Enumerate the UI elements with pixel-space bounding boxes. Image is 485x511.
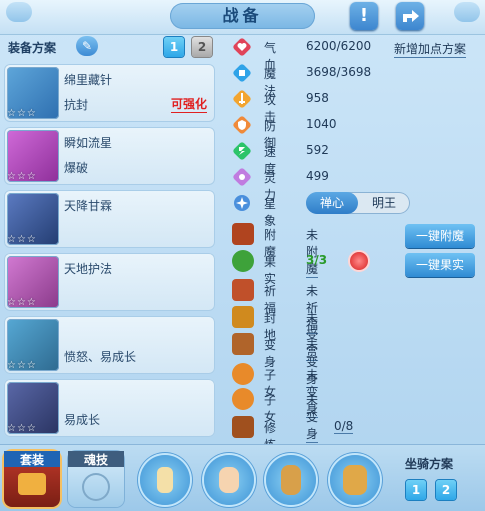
- battle-prep-window: 战备 ! 装备方案 ✎ 1 2 ☆☆☆ 绵里藏针 抗封 可强化 ☆☆☆ 瞬如流星…: [0, 0, 485, 511]
- star-rating: ☆☆☆: [7, 108, 37, 119]
- equipment-trait: 爆破: [64, 161, 89, 175]
- feature-value[interactable]: 未附魔: [306, 226, 319, 278]
- chest-icon: [18, 473, 46, 495]
- child-icon: [232, 388, 254, 410]
- blessing-icon: [232, 279, 254, 301]
- equipment-name: 天地护法: [64, 262, 113, 276]
- stat-value: 3698/3698: [306, 65, 372, 79]
- star-rating: ☆☆☆: [7, 423, 37, 434]
- transform-icon: [232, 333, 254, 355]
- equipment-card-1[interactable]: ☆☆☆ 绵里藏针 抗封 可强化: [4, 64, 215, 122]
- enchant-icon: [232, 223, 254, 245]
- mount-plan-tab-1[interactable]: 1: [406, 480, 426, 500]
- equip-plan-label: 装备方案: [8, 41, 57, 55]
- equipment-name: 瞬如流星: [64, 136, 113, 150]
- equipment-trait: 易成长: [64, 413, 101, 427]
- star-rating: ☆☆☆: [7, 171, 37, 182]
- fief-icon: [232, 306, 254, 328]
- ornament-right-icon: [454, 2, 480, 22]
- skill-slot-1-icon[interactable]: [140, 455, 190, 505]
- heart-icon: [233, 38, 251, 56]
- stat-value: 6200/6200: [306, 39, 372, 53]
- feature-value[interactable]: 0/8: [334, 419, 354, 434]
- mana-icon: [233, 64, 251, 82]
- star-sign-toggle[interactable]: 禅心 明王: [306, 192, 410, 214]
- star-rating: ☆☆☆: [7, 297, 37, 308]
- mount-plan-label: 坐骑方案: [405, 457, 454, 471]
- star-rating: ☆☆☆: [7, 360, 37, 371]
- window-title: 战备: [170, 3, 315, 29]
- skill-slot-4-icon[interactable]: [330, 455, 380, 505]
- equipment-card-5[interactable]: ☆☆☆ 愤怒、易成长: [4, 316, 215, 374]
- empty-slot-icon: [82, 473, 110, 501]
- spirit-icon: [233, 168, 251, 186]
- equipment-trait: 愤怒、易成长: [64, 350, 137, 364]
- equipment-name: 天降甘霖: [64, 199, 113, 213]
- help-icon[interactable]: !: [350, 2, 378, 30]
- fruit-badge-icon[interactable]: [350, 252, 368, 270]
- fruit-icon: [232, 250, 254, 272]
- tab-soul-skill[interactable]: 魂技: [68, 451, 124, 507]
- feature-value: 3/3: [306, 253, 328, 267]
- mount-plan-tab-2[interactable]: 2: [436, 480, 456, 500]
- stat-value: 592: [306, 143, 329, 157]
- plan-tab-1[interactable]: 1: [164, 37, 184, 57]
- share-icon[interactable]: [396, 2, 424, 30]
- plan-tab-2[interactable]: 2: [192, 37, 212, 57]
- tab-suit[interactable]: 套装: [4, 451, 60, 507]
- edit-plan-icon[interactable]: ✎: [76, 36, 98, 56]
- add-points-plan-link[interactable]: 新增加点方案: [394, 40, 467, 58]
- stat-value: 499: [306, 169, 329, 183]
- skill-slot-2-icon[interactable]: [204, 455, 254, 505]
- shield-icon: [233, 116, 251, 134]
- star-sign-option-2[interactable]: 明王: [358, 192, 410, 214]
- upgrade-link[interactable]: 可强化: [170, 95, 207, 113]
- speed-icon: [233, 142, 251, 160]
- one-click-enchant-button[interactable]: 一键附魔: [405, 224, 475, 248]
- awaken-icon: [232, 416, 254, 438]
- feature-label: 变身: [264, 338, 277, 369]
- feature-value[interactable]: 未变身: [306, 391, 319, 443]
- star-rating: ☆☆☆: [7, 234, 37, 245]
- star-sign-icon: [234, 195, 250, 211]
- star-sign-option-1[interactable]: 禅心: [306, 192, 358, 214]
- tab-suit-label: 套装: [4, 451, 60, 467]
- sword-icon: [233, 90, 251, 108]
- one-click-fruit-button[interactable]: 一键果实: [405, 253, 475, 277]
- child-icon: [232, 363, 254, 385]
- stat-value: 1040: [306, 117, 337, 131]
- star-sign-label: 星象: [264, 197, 277, 228]
- stat-value: 958: [306, 91, 329, 105]
- equipment-card-2[interactable]: ☆☆☆ 瞬如流星 爆破: [4, 127, 215, 185]
- equipment-card-3[interactable]: ☆☆☆ 天降甘霖: [4, 190, 215, 248]
- equipment-card-6[interactable]: ☆☆☆ 易成长: [4, 379, 215, 437]
- equipment-trait: 抗封: [64, 98, 89, 112]
- equipment-card-4[interactable]: ☆☆☆ 天地护法: [4, 253, 215, 311]
- tab-soul-skill-label: 魂技: [68, 451, 124, 467]
- title-bar: 战备 !: [0, 0, 485, 35]
- equipment-name: 绵里藏针: [64, 73, 113, 87]
- ornament-left-icon: [6, 2, 32, 22]
- skill-slot-3-icon[interactable]: [266, 455, 316, 505]
